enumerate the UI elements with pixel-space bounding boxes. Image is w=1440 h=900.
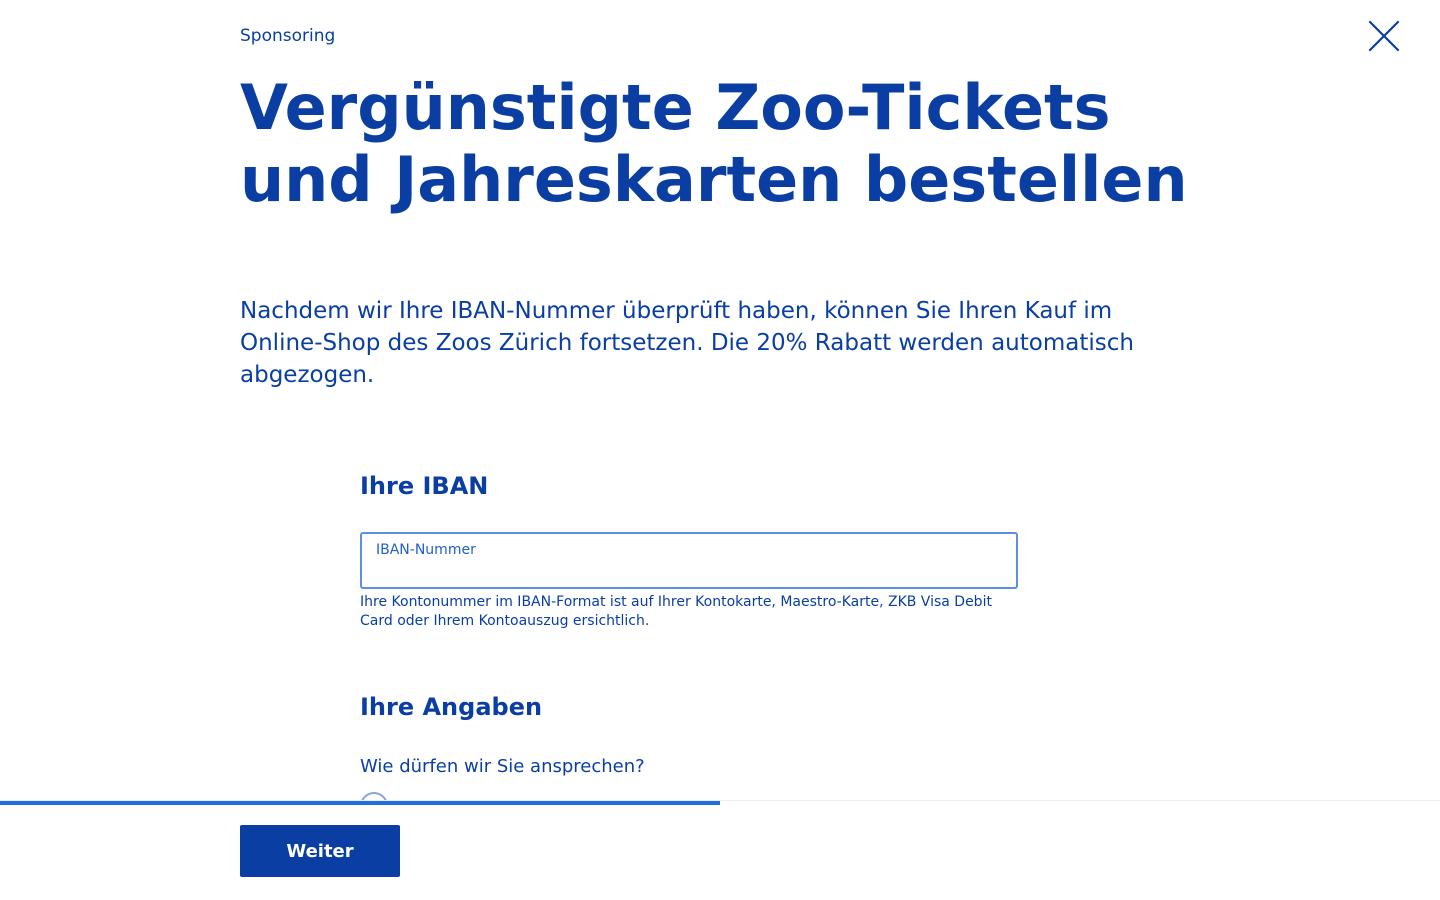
eyebrow-label: Sponsoring [240, 26, 336, 46]
salutation-question: Wie dürfen wir Sie ansprechen? [360, 756, 645, 777]
progress-track [0, 801, 1440, 805]
progress-fill [0, 801, 720, 805]
details-section-heading: Ihre Angaben [360, 693, 543, 721]
page: Sponsoring Vergünstigte Zoo-Tickets und … [0, 0, 1440, 900]
iban-hint: Ihre Kontonummer im IBAN-Format ist auf … [360, 594, 992, 629]
iban-field-label: IBAN-Nummer [376, 542, 476, 558]
lead-text: Nachdem wir Ihre IBAN-Nummer überprüft h… [240, 298, 1134, 388]
page-title: Vergünstigte Zoo-Tickets und Jahreskarte… [240, 71, 1188, 216]
footer-bar: Weiter [0, 800, 1440, 900]
close-icon [1368, 20, 1400, 52]
next-button[interactable]: Weiter [240, 825, 400, 877]
iban-field[interactable]: IBAN-Nummer [360, 532, 1018, 589]
iban-input[interactable] [376, 559, 1002, 581]
close-button[interactable] [1366, 18, 1402, 54]
iban-section-heading: Ihre IBAN [360, 472, 489, 500]
